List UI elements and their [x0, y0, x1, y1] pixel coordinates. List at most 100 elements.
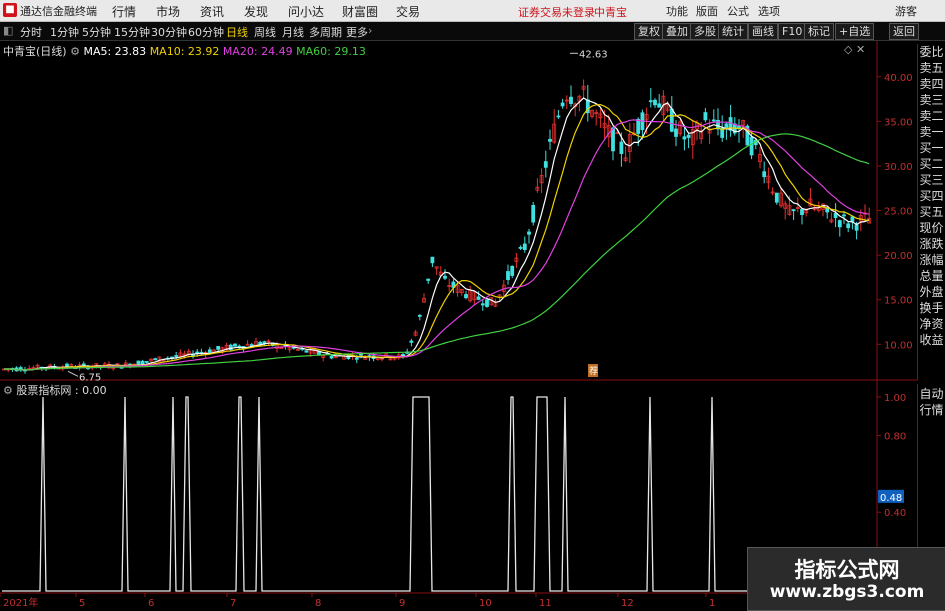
candle-body: [842, 214, 846, 217]
menu-layout[interactable]: 版面: [696, 3, 718, 19]
candle-body: [174, 355, 179, 357]
side-item[interactable]: 现价: [918, 220, 945, 236]
period-30min[interactable]: 30分钟: [151, 24, 187, 40]
x-tick-label: 2021年: [3, 596, 38, 609]
side-item[interactable]: 外盘: [918, 284, 945, 300]
candle-body: [636, 118, 641, 134]
candle-body: [430, 256, 435, 264]
settings-icon[interactable]: ⚙: [70, 45, 80, 58]
chevron-right-icon[interactable]: ›: [368, 24, 372, 37]
candle-body: [359, 353, 363, 356]
f10-button[interactable]: F10: [778, 23, 807, 40]
period-weekly[interactable]: 周线: [254, 24, 276, 40]
x-tick-label: 8: [315, 598, 321, 609]
current-stock-name: 中青宝: [594, 6, 627, 19]
x-tick-label: 11: [539, 598, 552, 609]
candle-body: [531, 204, 536, 223]
draw-line-button[interactable]: 画线: [748, 23, 778, 40]
settings-icon[interactable]: ⚙: [3, 384, 13, 397]
mark-button[interactable]: 标记: [804, 23, 834, 40]
menu-news[interactable]: 资讯: [200, 3, 224, 20]
multi-stock-button[interactable]: 多股: [690, 23, 720, 40]
period-multi[interactable]: 多周期: [309, 24, 342, 40]
collapse-icon[interactable]: ◧: [3, 24, 13, 37]
side-item[interactable]: 买四: [918, 188, 945, 204]
ma20-label: MA20: 24.49: [222, 45, 293, 58]
side-item[interactable]: 买三: [918, 172, 945, 188]
side-item[interactable]: 总量: [918, 268, 945, 284]
side-item[interactable]: 卖一: [918, 124, 945, 140]
add-favorite-button[interactable]: +自选: [835, 23, 875, 40]
app-title: 通达信金融终端: [20, 5, 97, 18]
candle-body: [711, 119, 716, 122]
auto-quote-button[interactable]: 自动: [918, 386, 945, 402]
candle-body: [548, 138, 552, 142]
menu-options[interactable]: 选项: [758, 3, 780, 19]
kline-chart[interactable]: 40.00 35.00 30.00 25.00 20.00 15.00 10.00 1.00 0…: [0, 41, 945, 609]
side-item[interactable]: 换手: [918, 300, 945, 316]
adjust-button[interactable]: 复权: [634, 23, 664, 40]
menu-trade[interactable]: 交易: [396, 3, 420, 20]
candle-body: [153, 358, 158, 361]
x-tick-label: 10: [479, 598, 492, 609]
menu-community[interactable]: 财富圈: [342, 3, 378, 20]
indicator-signal-line: [2, 396, 875, 592]
y-tick-label: 30.00: [884, 162, 913, 173]
quote-side-panel: 委比 卖五 卖四 卖三 卖二 卖一 买一 买二 买三 买四 买五 现价 涨跌 涨…: [917, 44, 945, 380]
candle-body: [417, 314, 422, 317]
guest-login[interactable]: 游客: [895, 3, 917, 19]
menu-assistant[interactable]: 问小达: [288, 3, 324, 20]
close-icon[interactable]: ◇ ✕: [844, 43, 865, 56]
candle-body: [653, 99, 657, 106]
menu-quotes[interactable]: 行情: [112, 3, 136, 20]
side-item[interactable]: 卖五: [918, 60, 945, 76]
candle-body: [569, 96, 573, 104]
side-item[interactable]: 卖三: [918, 92, 945, 108]
side-item[interactable]: 涨跌: [918, 236, 945, 252]
candle-body: [833, 213, 838, 219]
y-tick-label: 35.00: [884, 117, 913, 128]
overlay-button[interactable]: 叠加: [662, 23, 692, 40]
indicator-legend: ⚙ 股票指标网 : 0.00: [3, 382, 107, 398]
menu-formula[interactable]: 公式: [727, 3, 749, 19]
high-label: 42.63: [579, 49, 608, 60]
watermark-url: www.zbgs3.com: [769, 582, 925, 602]
period-intraday[interactable]: 分时: [20, 24, 42, 40]
period-1min[interactable]: 1分钟: [50, 24, 79, 40]
candle-body: [233, 343, 237, 347]
stats-button[interactable]: 统计: [718, 23, 748, 40]
menu-function[interactable]: 功能: [666, 3, 688, 19]
candle-body: [522, 243, 527, 251]
period-5min[interactable]: 5分钟: [82, 24, 111, 40]
menu-discover[interactable]: 发现: [244, 3, 268, 20]
side-item[interactable]: 委比: [918, 44, 945, 60]
candle-body: [749, 136, 754, 156]
side-item[interactable]: 涨幅: [918, 252, 945, 268]
side-item[interactable]: 净资: [918, 316, 945, 332]
side-item[interactable]: 收益: [918, 332, 945, 348]
period-15min[interactable]: 15分钟: [114, 24, 150, 40]
ma60-label: MA60: 29.13: [296, 45, 366, 58]
login-warning[interactable]: 证券交易未登录: [518, 4, 595, 20]
side-item[interactable]: 买二: [918, 156, 945, 172]
side-item[interactable]: 买一: [918, 140, 945, 156]
period-60min[interactable]: 60分钟: [188, 24, 224, 40]
quote-button[interactable]: 行情: [918, 402, 945, 418]
candle-body: [81, 363, 86, 366]
watermark-banner: 指标公式网 www.zbgs3.com: [747, 547, 945, 611]
side-item[interactable]: 买五: [918, 204, 945, 220]
candle-body: [476, 296, 481, 300]
period-more[interactable]: 更多: [346, 24, 368, 40]
period-daily[interactable]: 日线: [226, 24, 248, 40]
candle-body: [800, 208, 804, 216]
y-tick-label: 25.00: [884, 207, 913, 218]
candle-body: [140, 360, 145, 365]
period-monthly[interactable]: 月线: [282, 24, 304, 40]
candle-body: [510, 265, 515, 276]
y-tick-label: 10.00: [884, 340, 913, 351]
y-tick-label: 0.40: [884, 508, 906, 519]
side-item[interactable]: 卖二: [918, 108, 945, 124]
side-item[interactable]: 卖四: [918, 76, 945, 92]
menu-market[interactable]: 市场: [156, 3, 180, 20]
back-button[interactable]: 返回: [889, 23, 919, 40]
